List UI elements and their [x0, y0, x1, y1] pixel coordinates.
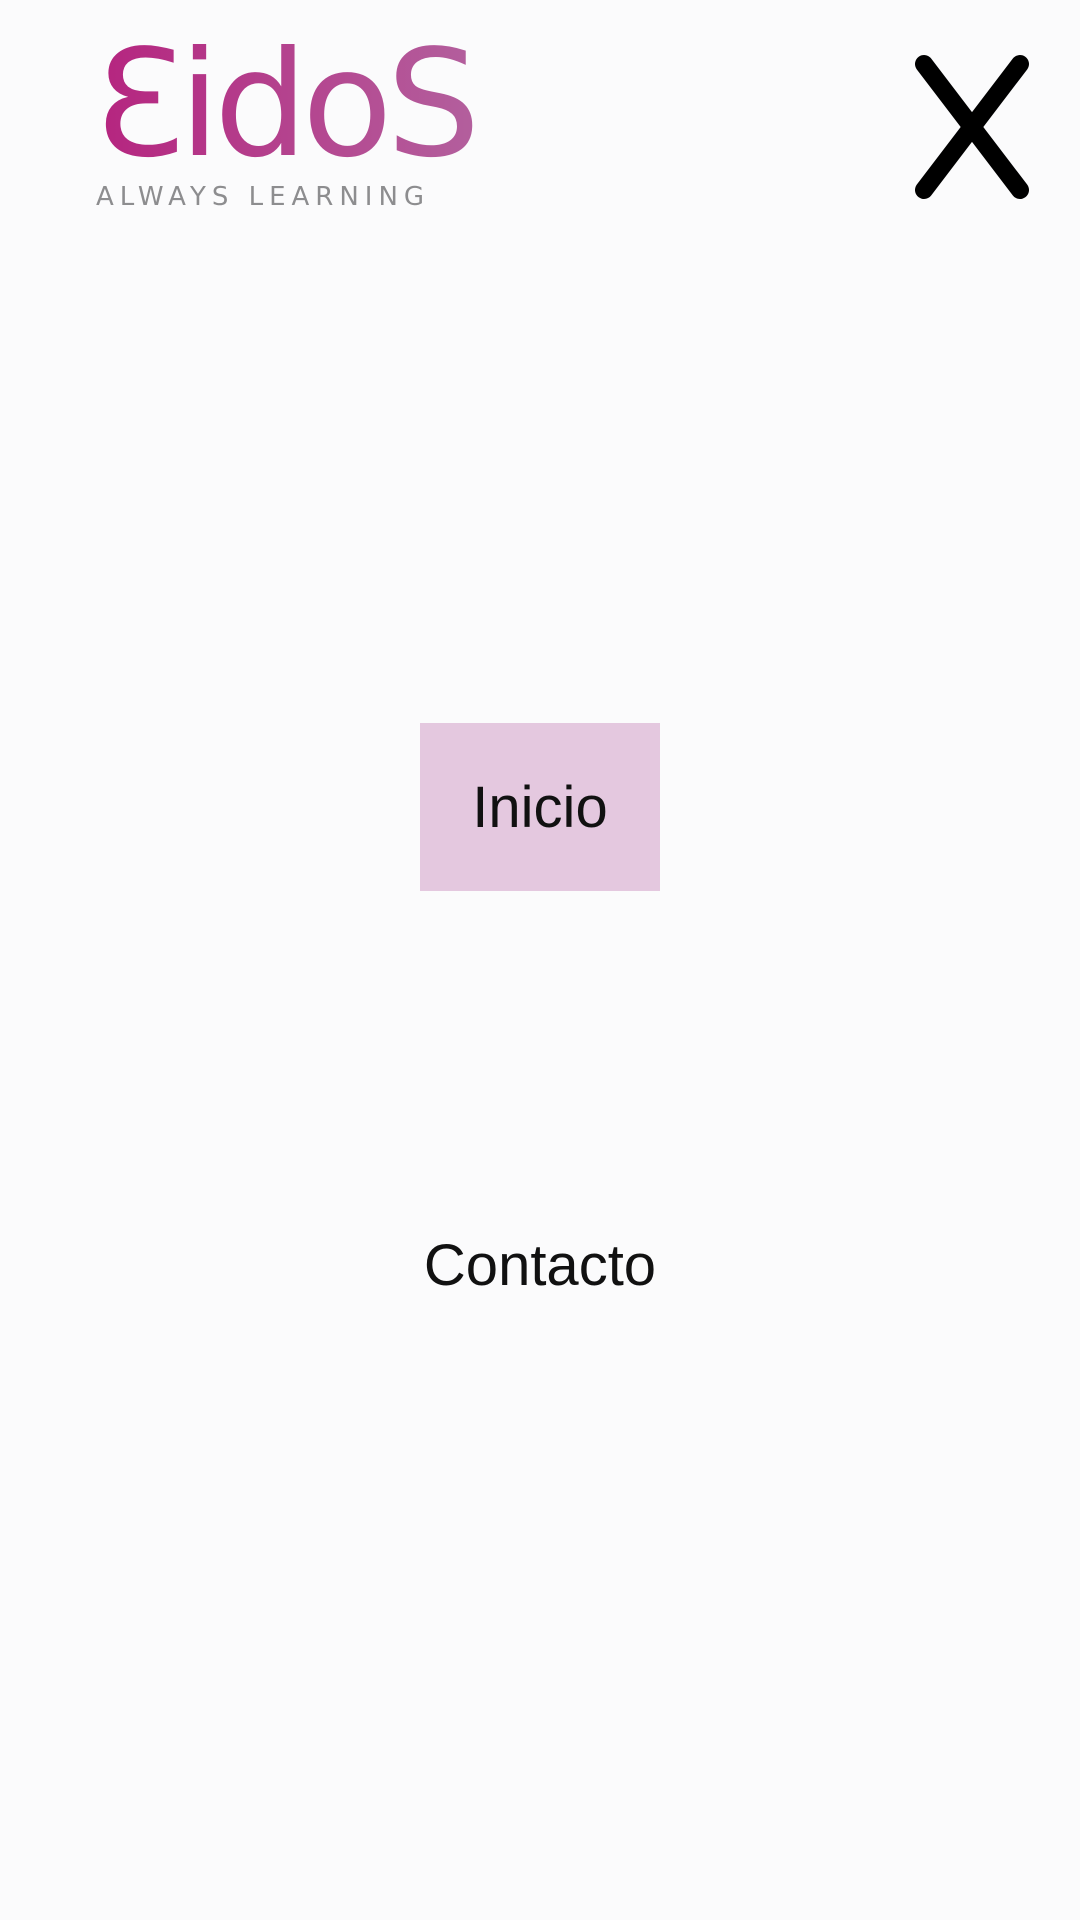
brand-logo[interactable]: ƐidoS ALWAYS LEARNING	[94, 30, 480, 214]
close-menu-button[interactable]	[900, 48, 1044, 208]
brand-logo-wordmark: ƐidoS	[94, 18, 480, 190]
menu-item-contacto[interactable]: Contacto	[0, 1187, 1080, 1343]
close-icon	[915, 55, 1029, 199]
mobile-menu-screen: ƐidoS ALWAYS LEARNING Inicio Contacto	[0, 0, 1080, 1920]
menu-item-contacto-label: Contacto	[423, 1232, 657, 1298]
menu-item-inicio-label: Inicio	[472, 774, 608, 840]
menu-item-inicio[interactable]: Inicio	[420, 723, 660, 891]
brand-tagline: ALWAYS LEARNING	[96, 182, 431, 212]
